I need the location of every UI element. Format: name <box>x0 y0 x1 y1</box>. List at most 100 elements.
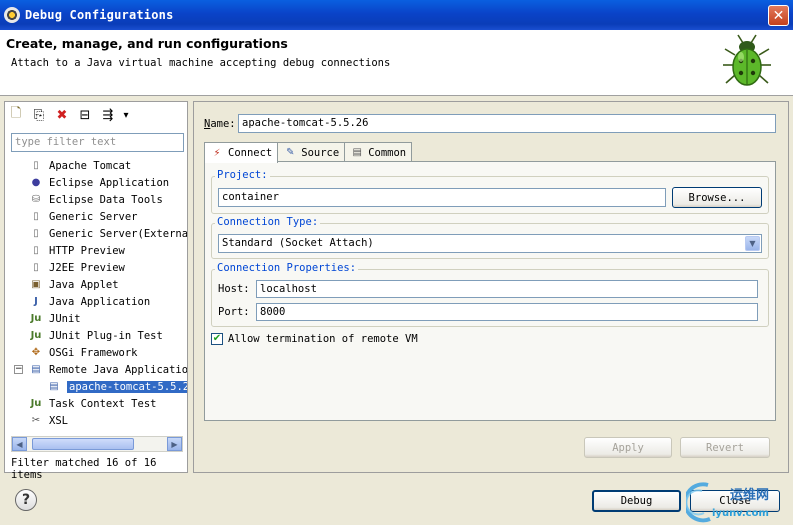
source-icon: ✎ <box>286 147 295 158</box>
browse-button[interactable]: Browse... <box>672 187 762 208</box>
scrollbar-thumb[interactable] <box>32 438 134 450</box>
tree-item[interactable]: ▯ Generic Server <box>29 208 138 225</box>
connection-type-select[interactable]: Standard (Socket Attach) ▼ <box>218 234 762 253</box>
configuration-list-panel: 🗋 ⎘ ✖ ⊟ ⇶ ▾ type filter text ▯ Apache Tomcat ● E… <box>4 101 188 481</box>
tree-item[interactable]: Ju Task Context Test <box>29 395 157 412</box>
filter-input[interactable]: type filter text <box>11 133 184 152</box>
tree-item[interactable]: ✥ OSGi Framework <box>29 344 138 361</box>
tree-item-label: Java Applet <box>49 278 119 291</box>
connection-properties-label: Connection Properties: <box>215 262 359 274</box>
port-input[interactable]: 8000 <box>256 303 758 321</box>
tree-item-label: J2EE Preview <box>49 261 125 274</box>
connection-type-label: Connection Type: <box>215 216 321 228</box>
project-input[interactable]: container <box>218 188 666 207</box>
duplicate-icon[interactable]: ⎘ <box>30 106 48 124</box>
tree-item[interactable]: ▯ HTTP Preview <box>29 242 125 259</box>
tree-item-label: HTTP Preview <box>49 244 125 257</box>
connection-type-value: Standard (Socket Attach) <box>222 237 374 249</box>
junit-plugin-icon: Ju <box>30 330 42 341</box>
tab-common[interactable]: ▤ Common <box>344 142 413 162</box>
window-close-button[interactable]: ✕ <box>768 5 789 26</box>
dialog-banner: Create, manage, and run configurations A… <box>0 30 793 96</box>
collapse-all-icon[interactable]: ⊟ <box>76 106 94 124</box>
tree-item[interactable]: ▯ Generic Server(External <box>29 225 187 242</box>
window-title: Debug Configurations <box>25 8 174 22</box>
editor-tabs: ⚡ Connect ✎ Source ▤ Common <box>204 142 413 163</box>
tree-item-label: Java Application <box>49 295 151 308</box>
filter-status: Filter matched 16 of 16 items <box>11 457 157 481</box>
watermark-text: 运维网 <box>730 488 770 503</box>
title-bar: Debug Configurations ✕ <box>0 0 793 30</box>
help-icon[interactable]: ? <box>15 489 37 511</box>
osgi-icon: ✥ <box>31 347 41 358</box>
common-icon: ▤ <box>352 147 362 158</box>
collapse-toggle-icon[interactable]: − <box>14 365 23 374</box>
tree-item[interactable]: ✂ XSL <box>29 412 68 429</box>
tree-item-label: OSGi Framework <box>49 346 138 359</box>
name-input[interactable]: apache-tomcat-5.5.26 <box>238 114 776 133</box>
config-toolbar: 🗋 ⎘ ✖ ⊟ ⇶ ▾ <box>7 104 130 126</box>
debug-button[interactable]: Debug <box>592 490 681 512</box>
revert-button[interactable]: Revert <box>680 437 770 458</box>
tree-item-label: Eclipse Application <box>49 176 170 189</box>
scroll-left-arrow-icon[interactable]: ◀ <box>12 437 27 451</box>
tree-child-item[interactable]: ▤ apache-tomcat-5.5.26 <box>47 378 187 395</box>
tree-item-label: Generic Server(External <box>49 227 187 240</box>
connect-tab-panel: Project: container Browse... Connection … <box>204 161 776 421</box>
configuration-tree: ▯ Apache Tomcat ● Eclipse Application ⛁ Eclip… <box>5 157 187 437</box>
tree-item[interactable]: ▯ Apache Tomcat <box>29 157 131 174</box>
database-icon: ⛁ <box>31 194 41 205</box>
server-icon: ▯ <box>33 211 39 222</box>
connect-icon: ⚡ <box>213 147 221 159</box>
tree-item[interactable]: ▤ Remote Java Application <box>29 361 187 378</box>
project-group: Project: container Browse... <box>211 169 769 214</box>
banner-subtitle: Attach to a Java virtual machine accepti… <box>11 57 391 69</box>
server-icon: ▯ <box>33 245 39 256</box>
tree-item-label: Task Context Test <box>49 397 157 410</box>
port-label: Port: <box>218 306 250 318</box>
name-label: Name: <box>204 118 236 130</box>
tree-item-label: Eclipse Data Tools <box>49 193 163 206</box>
tree-item[interactable]: ● Eclipse Application <box>29 174 169 191</box>
tree-item-label: Apache Tomcat <box>49 159 132 172</box>
host-input[interactable]: localhost <box>256 280 758 298</box>
banner-heading: Create, manage, and run configurations <box>6 36 288 51</box>
delete-icon[interactable]: ✖ <box>53 106 71 124</box>
dropdown-arrow-icon[interactable]: ▾ <box>122 106 130 124</box>
debug-app-icon <box>4 7 20 23</box>
apply-button[interactable]: Apply <box>584 437 672 458</box>
tab-label: Connect <box>228 147 273 159</box>
tab-label: Source <box>301 146 340 159</box>
horizontal-scrollbar[interactable]: ◀ ▶ <box>11 436 183 452</box>
tree-item[interactable]: ⛁ Eclipse Data Tools <box>29 191 163 208</box>
project-label: Project: <box>215 169 270 181</box>
tree-item[interactable]: ▣ Java Applet <box>29 276 119 293</box>
allow-termination-checkbox[interactable]: ✔ <box>211 333 223 345</box>
server-icon: ▯ <box>33 228 39 239</box>
host-label: Host: <box>218 283 250 295</box>
tab-source[interactable]: ✎ Source <box>277 142 346 162</box>
tree-item[interactable]: Ju JUnit Plug-in Test <box>29 327 163 344</box>
allow-termination-label: Allow termination of remote VM <box>228 333 418 345</box>
java-application-icon: J <box>34 296 38 307</box>
tab-connect[interactable]: ⚡ Connect <box>204 142 279 163</box>
remote-config-icon: ▤ <box>49 381 59 392</box>
tree-item[interactable]: J Java Application <box>29 293 150 310</box>
junit-icon: Ju <box>30 313 42 324</box>
chevron-down-icon[interactable]: ▼ <box>745 236 760 251</box>
eclipse-icon: ● <box>31 177 41 188</box>
tree-item[interactable]: Ju JUnit <box>29 310 81 327</box>
tab-label: Common <box>368 146 407 159</box>
tree-item-label: Generic Server <box>49 210 138 223</box>
tree-item-label: JUnit <box>49 312 81 325</box>
new-launch-configuration-icon[interactable]: 🗋 <box>7 106 25 124</box>
tree-item-label: apache-tomcat-5.5.26 <box>67 380 187 393</box>
scroll-right-arrow-icon[interactable]: ▶ <box>167 437 182 451</box>
filter-icon[interactable]: ⇶ <box>99 106 117 124</box>
name-label-rest: ame: <box>210 118 236 130</box>
tree-item[interactable]: ▯ J2EE Preview <box>29 259 125 276</box>
java-applet-icon: ▣ <box>31 279 41 290</box>
configuration-editor-panel: Name: apache-tomcat-5.5.26 ⚡ Connect ✎ Sour… <box>193 101 789 473</box>
watermark-url: iyunv.com <box>712 508 769 519</box>
tree-item-label: XSL <box>49 414 68 427</box>
